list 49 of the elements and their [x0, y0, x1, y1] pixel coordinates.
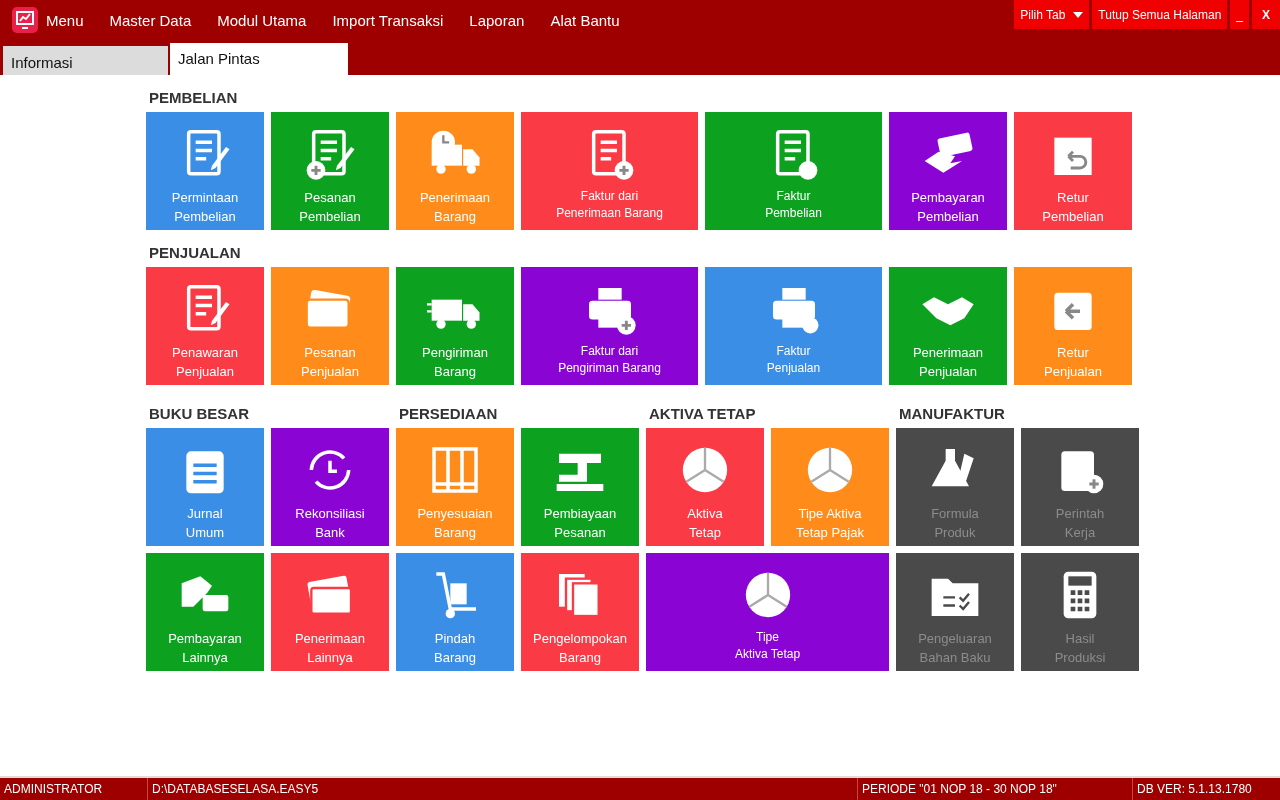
shortcut-tile[interactable]: Penyesuaian Barang	[396, 428, 514, 546]
shortcut-tile[interactable]: Faktur Pembelian	[705, 112, 882, 230]
section-heading: PERSEDIAAN	[399, 405, 499, 423]
menu-item[interactable]: Master Data	[109, 12, 192, 29]
shortcut-tile[interactable]: Rekonsiliasi Bank	[271, 428, 389, 546]
caret-icon	[1073, 11, 1084, 18]
section-heading: BUKU BESAR	[149, 405, 250, 423]
shortcut-tile[interactable]: Penerimaan Penjualan	[889, 267, 1007, 385]
shortcut-tile[interactable]: Pesanan Pembelian	[271, 112, 389, 230]
shortcut-tile[interactable]: Retur Penjualan	[1014, 267, 1132, 385]
section-heading: PEMBELIAN	[149, 89, 239, 107]
menu-item[interactable]: Modul Utama	[217, 12, 307, 29]
shortcut-tile[interactable]: Pembiayaan Pesanan	[521, 428, 639, 546]
shortcut-tile[interactable]: Penerimaan Barang	[396, 112, 514, 230]
shortcut-tile[interactable]: Penawaran Penjualan	[146, 267, 264, 385]
shortcut-tile[interactable]: Retur Pembelian	[1014, 112, 1132, 230]
status-bar-cell: PERIODE "01 NOP 18 - 30 NOP 18"	[858, 778, 1133, 800]
menu-item[interactable]: Menu	[46, 12, 84, 29]
shortcut-tile[interactable]: Jurnal Umum	[146, 428, 264, 546]
shortcut-tile[interactable]: Pengelompokan Barang	[521, 553, 639, 671]
shortcut-tile[interactable]: Pesanan Penjualan	[271, 267, 389, 385]
shortcut-tile[interactable]: Faktur Penjualan	[705, 267, 882, 385]
section-heading: AKTIVA TETAP	[649, 405, 757, 423]
window-button[interactable]: X	[1252, 0, 1280, 29]
shortcut-tile[interactable]: Tipe Aktiva Tetap	[646, 553, 889, 671]
tab[interactable]: Informasi	[3, 46, 168, 75]
app-logo-icon[interactable]	[12, 7, 38, 33]
shortcut-tile[interactable]: Faktur dari Pengiriman Barang	[521, 267, 698, 385]
shortcut-tile[interactable]: Pengiriman Barang	[396, 267, 514, 385]
shortcut-tile[interactable]: Permintaan Pembelian	[146, 112, 264, 230]
section-heading: MANUFAKTUR	[899, 405, 1006, 423]
window-button[interactable]: _	[1230, 0, 1249, 29]
window-button[interactable]: Tutup Semua Halaman	[1092, 0, 1228, 29]
status-bar-cell-text: DB VER: 5.1.13.1780	[1136, 781, 1253, 798]
shortcut-tile[interactable]: Tipe Aktiva Tetap Pajak	[771, 428, 889, 546]
menu-item[interactable]: Alat Bantu	[550, 12, 620, 29]
shortcut-tile[interactable]: Aktiva Tetap	[646, 428, 764, 546]
shortcut-tile[interactable]: Pembayaran Lainnya	[146, 553, 264, 671]
menu-item[interactable]: Import Transaksi	[332, 12, 444, 29]
tab[interactable]: Jalan Pintas	[170, 43, 348, 75]
menu-item[interactable]: Laporan	[469, 12, 525, 29]
status-bar-cell: D:\DATABASESELASA.EASY5	[148, 778, 858, 800]
section-heading: PENJUALAN	[149, 244, 242, 262]
shortcut-tile[interactable]: Pindah Barang	[396, 553, 514, 671]
status-bar-cell: ADMINISTRATOR	[0, 778, 148, 800]
shortcut-tile[interactable]: Penerimaan Lainnya	[271, 553, 389, 671]
shortcut-tile[interactable]: Pembayaran Pembelian	[889, 112, 1007, 230]
shortcut-tile[interactable]: Faktur dari Penerimaan Barang	[521, 112, 698, 230]
tab-picker-dropdown[interactable]: Pilih Tab	[1014, 0, 1090, 29]
